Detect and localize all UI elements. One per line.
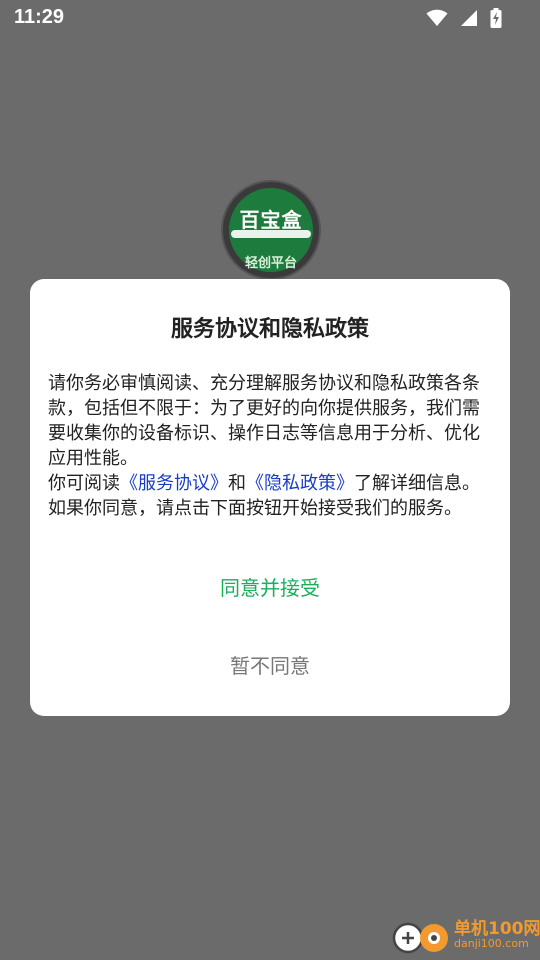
app-logo-title: 百宝盒: [239, 208, 303, 232]
status-icons: [426, 8, 502, 28]
service-agreement-link[interactable]: 《服务协议》: [120, 473, 228, 494]
app-logo-band: [231, 230, 311, 238]
privacy-dialog: 服务协议和隐私政策 请你务必审慎阅读、充分理解服务协议和隐私政策各条款，包括但不…: [30, 279, 510, 716]
wifi-icon: [426, 9, 448, 27]
decline-button[interactable]: 暂不同意: [30, 649, 510, 683]
conjunction-text: 和: [228, 473, 246, 494]
watermark: 单机100网 danji100.com: [392, 912, 540, 958]
dialog-body: 请你务必审慎阅读、充分理解服务协议和隐私政策各条款，包括但不限于：为了更好的向你…: [48, 371, 494, 521]
app-logo-subtitle: 轻创平台: [244, 256, 297, 271]
status-time: 11:29: [14, 6, 65, 28]
watermark-logo-icon: [392, 916, 452, 956]
dialog-body-paragraph-2: 你可阅读《服务协议》和《隐私政策》了解详细信息。如果你同意，请点击下面按钮开始接…: [48, 471, 494, 521]
watermark-url: danji100.com: [454, 937, 529, 950]
privacy-policy-link[interactable]: 《隐私政策》: [246, 473, 354, 494]
dialog-title: 服务协议和隐私政策: [170, 317, 369, 342]
watermark-name: 单机100网: [454, 919, 540, 939]
dialog-body-paragraph-1: 请你务必审慎阅读、充分理解服务协议和隐私政策各条款，包括但不限于：为了更好的向你…: [48, 373, 480, 469]
app-logo: 百宝盒 轻创平台: [221, 180, 321, 280]
battery-charging-icon: [490, 8, 502, 28]
body-prefix-text: 你可阅读: [48, 473, 120, 494]
status-bar: 11:29: [0, 0, 540, 36]
cell-signal-icon: [460, 9, 478, 27]
accept-button[interactable]: 同意并接受: [30, 571, 510, 605]
